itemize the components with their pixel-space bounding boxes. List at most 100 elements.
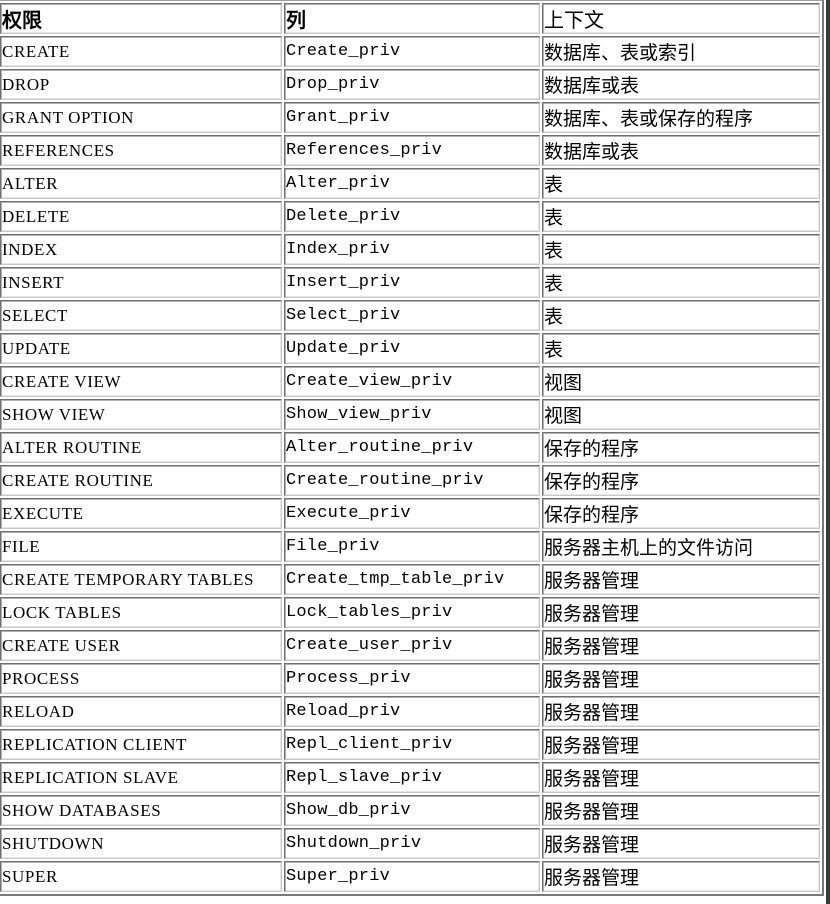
table-row: FILE File_priv 服务器主机上的文件访问 (0, 531, 820, 562)
privilege-cell: GRANT OPTION (0, 102, 282, 133)
table-row: PROCESS Process_priv 服务器管理 (0, 663, 820, 694)
column-cell: Super_priv (284, 861, 540, 892)
privilege-cell: SUPER (0, 861, 282, 892)
column-cell: Create_priv (284, 36, 540, 67)
privilege-cell: SELECT (0, 300, 282, 331)
table-row: SHOW VIEW Show_view_priv 视图 (0, 399, 820, 430)
context-cell: 视图 (542, 399, 820, 430)
column-cell: Select_priv (284, 300, 540, 331)
context-cell: 保存的程序 (542, 465, 820, 496)
table-row: REPLICATION CLIENT Repl_client_priv 服务器管理 (0, 729, 820, 760)
column-cell: Create_user_priv (284, 630, 540, 661)
column-cell: Delete_priv (284, 201, 540, 232)
table-row: ALTER Alter_priv 表 (0, 168, 820, 199)
column-cell: Show_db_priv (284, 795, 540, 826)
context-cell: 数据库或表 (542, 69, 820, 100)
table-row: INDEX Index_priv 表 (0, 234, 820, 265)
column-cell: Drop_priv (284, 69, 540, 100)
table-row: SUPER Super_priv 服务器管理 (0, 861, 820, 892)
table-row: GRANT OPTION Grant_priv 数据库、表或保存的程序 (0, 102, 820, 133)
table-row: EXECUTE Execute_priv 保存的程序 (0, 498, 820, 529)
privileges-table: 权限 列 上下文 CREATE Create_priv 数据库、表或索引 DROP Dr… (0, 0, 824, 896)
page: 权限 列 上下文 CREATE Create_priv 数据库、表或索引 DROP Dr… (0, 0, 826, 904)
column-cell: Repl_client_priv (284, 729, 540, 760)
table-row: REFERENCES References_priv 数据库或表 (0, 135, 820, 166)
table-row: CREATE VIEW Create_view_priv 视图 (0, 366, 820, 397)
column-cell: Create_tmp_table_priv (284, 564, 540, 595)
column-cell: Shutdown_priv (284, 828, 540, 859)
table-row: CREATE TEMPORARY TABLES Create_tmp_table_… (0, 564, 820, 595)
column-cell: Reload_priv (284, 696, 540, 727)
privilege-cell: RELOAD (0, 696, 282, 727)
privilege-cell: DELETE (0, 201, 282, 232)
column-cell: Alter_routine_priv (284, 432, 540, 463)
context-cell: 服务器管理 (542, 597, 820, 628)
table-row: CREATE USER Create_user_priv 服务器管理 (0, 630, 820, 661)
privilege-cell: INDEX (0, 234, 282, 265)
header-privilege: 权限 (0, 3, 282, 34)
context-cell: 表 (542, 333, 820, 364)
table-row: SHOW DATABASES Show_db_priv 服务器管理 (0, 795, 820, 826)
column-cell: Lock_tables_priv (284, 597, 540, 628)
context-cell: 服务器管理 (542, 729, 820, 760)
privilege-cell: SHOW DATABASES (0, 795, 282, 826)
privilege-cell: UPDATE (0, 333, 282, 364)
table-row: REPLICATION SLAVE Repl_slave_priv 服务器管理 (0, 762, 820, 793)
context-cell: 数据库、表或保存的程序 (542, 102, 820, 133)
window-edge (826, 0, 830, 904)
context-cell: 服务器管理 (542, 663, 820, 694)
privilege-cell: CREATE VIEW (0, 366, 282, 397)
column-cell: Create_view_priv (284, 366, 540, 397)
table-row: SELECT Select_priv 表 (0, 300, 820, 331)
header-column: 列 (284, 3, 540, 34)
context-cell: 保存的程序 (542, 432, 820, 463)
context-cell: 保存的程序 (542, 498, 820, 529)
context-cell: 服务器管理 (542, 630, 820, 661)
column-cell: Index_priv (284, 234, 540, 265)
context-cell: 服务器管理 (542, 564, 820, 595)
header-row: 权限 列 上下文 (0, 3, 820, 34)
context-cell: 表 (542, 201, 820, 232)
privilege-cell: REPLICATION SLAVE (0, 762, 282, 793)
table-body: CREATE Create_priv 数据库、表或索引 DROP Drop_priv 数据… (0, 36, 820, 892)
privilege-cell: INSERT (0, 267, 282, 298)
context-cell: 数据库、表或索引 (542, 36, 820, 67)
table-row: DROP Drop_priv 数据库或表 (0, 69, 820, 100)
table-row: CREATE ROUTINE Create_routine_priv 保存的程序 (0, 465, 820, 496)
column-cell: Update_priv (284, 333, 540, 364)
privilege-cell: ALTER (0, 168, 282, 199)
table-row: CREATE Create_priv 数据库、表或索引 (0, 36, 820, 67)
column-cell: Grant_priv (284, 102, 540, 133)
header-context: 上下文 (542, 3, 820, 34)
context-cell: 服务器管理 (542, 828, 820, 859)
privilege-cell: FILE (0, 531, 282, 562)
column-cell: Insert_priv (284, 267, 540, 298)
privilege-cell: REPLICATION CLIENT (0, 729, 282, 760)
column-cell: Repl_slave_priv (284, 762, 540, 793)
context-cell: 服务器管理 (542, 696, 820, 727)
privilege-cell: ALTER ROUTINE (0, 432, 282, 463)
table-row: INSERT Insert_priv 表 (0, 267, 820, 298)
column-cell: Create_routine_priv (284, 465, 540, 496)
column-cell: References_priv (284, 135, 540, 166)
column-cell: Process_priv (284, 663, 540, 694)
context-cell: 表 (542, 300, 820, 331)
table-row: SHUTDOWN Shutdown_priv 服务器管理 (0, 828, 820, 859)
privilege-cell: CREATE (0, 36, 282, 67)
column-cell: Execute_priv (284, 498, 540, 529)
context-cell: 表 (542, 267, 820, 298)
privilege-cell: SHOW VIEW (0, 399, 282, 430)
column-cell: Show_view_priv (284, 399, 540, 430)
privilege-cell: LOCK TABLES (0, 597, 282, 628)
context-cell: 服务器管理 (542, 762, 820, 793)
context-cell: 表 (542, 234, 820, 265)
privilege-cell: SHUTDOWN (0, 828, 282, 859)
context-cell: 服务器管理 (542, 795, 820, 826)
table-row: ALTER ROUTINE Alter_routine_priv 保存的程序 (0, 432, 820, 463)
context-cell: 服务器管理 (542, 861, 820, 892)
privilege-cell: CREATE USER (0, 630, 282, 661)
privilege-cell: CREATE TEMPORARY TABLES (0, 564, 282, 595)
context-cell: 数据库或表 (542, 135, 820, 166)
table-row: DELETE Delete_priv 表 (0, 201, 820, 232)
privilege-cell: EXECUTE (0, 498, 282, 529)
